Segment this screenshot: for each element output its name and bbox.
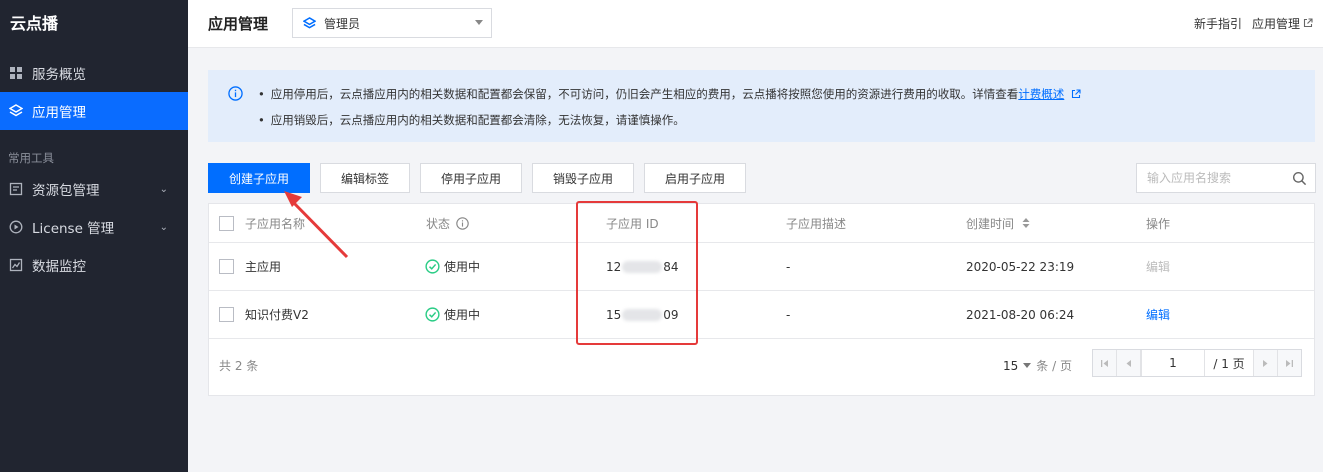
created-time: 2020-05-22 23:19 xyxy=(966,259,1075,274)
check-circle-icon xyxy=(425,307,440,322)
edit-link[interactable]: 编辑 xyxy=(1146,291,1170,338)
header-app-id: 子应用 ID xyxy=(606,216,659,231)
enable-sub-app-button[interactable]: 启用子应用 xyxy=(644,163,746,193)
sidebar-item-label: 数据监控 xyxy=(32,259,86,275)
edit-tags-button[interactable]: 编辑标签 xyxy=(320,163,410,193)
sidebar-item-label: 服务概览 xyxy=(32,67,86,83)
header-action: 操作 xyxy=(1146,216,1171,231)
info-icon xyxy=(228,86,243,104)
sub-app-id: 15 09 xyxy=(606,307,679,322)
app-manage-link[interactable]: 应用管理 xyxy=(1252,15,1300,32)
table-footer: 共 2 条 15 条 / 页 / 1 页 xyxy=(209,339,1314,395)
layers-icon xyxy=(303,16,316,30)
create-sub-app-button[interactable]: 创建子应用 xyxy=(208,163,310,193)
package-icon xyxy=(9,182,23,196)
play-circle-icon xyxy=(9,220,23,234)
external-link-icon xyxy=(1071,88,1081,102)
page-title: 应用管理 xyxy=(208,15,269,33)
table-row: 知识付费V2 使用中 15 09 - 2021-08-20 06:24 编辑 xyxy=(209,291,1314,339)
info-icon[interactable] xyxy=(456,216,469,230)
chevron-down-icon: ⌄ xyxy=(159,221,168,233)
next-page-icon[interactable] xyxy=(1253,350,1277,376)
sub-app-name: 知识付费V2 xyxy=(245,308,309,322)
sidebar: 云点播 服务概览 应用管理 常用工具 资源包管理 ⌄ License 管理 ⌄ … xyxy=(0,0,188,472)
topbar: 应用管理 管理员 新手指引 应用管理 xyxy=(188,0,1323,48)
guide-link[interactable]: 新手指引 xyxy=(1194,15,1242,32)
grid-icon xyxy=(9,66,23,80)
table-row: 主应用 使用中 12 84 - 2020-05-22 23:19 编辑 xyxy=(209,243,1314,291)
sidebar-item-license[interactable]: License 管理 ⌄ xyxy=(0,208,188,246)
sidebar-item-label: License 管理 xyxy=(32,221,115,237)
sidebar-item-label: 应用管理 xyxy=(32,105,86,121)
notice-text: 应用停用后，云点播应用内的相关数据和配置都会保留，不可访问，仍旧会产生相应的费用… xyxy=(270,87,1019,101)
prev-page-icon[interactable] xyxy=(1117,350,1141,376)
redacted-blur xyxy=(622,260,663,273)
notice-line-disable: • 应用停用后，云点播应用内的相关数据和配置都会保留，不可访问，仍旧会产生相应的费… xyxy=(258,86,1081,102)
notice-line-destroy: • 应用销毁后，云点播应用内的相关数据和配置都会清除，无法恢复，请谨慎操作。 xyxy=(258,113,685,127)
total-pages: / 1 页 xyxy=(1205,350,1253,376)
edit-link-disabled: 编辑 xyxy=(1146,260,1171,274)
status-text: 使用中 xyxy=(444,308,481,322)
sidebar-item-label: 资源包管理 xyxy=(32,183,100,199)
section-label-common-tools: 常用工具 xyxy=(8,151,54,165)
sub-app-description: - xyxy=(786,307,791,322)
last-page-icon[interactable] xyxy=(1277,350,1301,376)
sidebar-item-resource-packages[interactable]: 资源包管理 ⌄ xyxy=(0,170,188,208)
first-page-icon[interactable] xyxy=(1093,350,1117,376)
total-count: 共 2 条 xyxy=(219,359,259,373)
billing-overview-link[interactable]: 计费概述 xyxy=(1018,87,1064,101)
search-input[interactable] xyxy=(1137,164,1277,192)
disable-sub-app-button[interactable]: 停用子应用 xyxy=(420,163,522,193)
sort-icon[interactable] xyxy=(1022,218,1030,228)
status-text: 使用中 xyxy=(444,260,481,274)
destroy-sub-app-button[interactable]: 销毁子应用 xyxy=(532,163,634,193)
header-created-time[interactable]: 创建时间 xyxy=(966,204,1030,242)
sub-app-name: 主应用 xyxy=(245,260,282,274)
created-time: 2021-08-20 06:24 xyxy=(966,307,1075,322)
chevron-down-icon: ⌄ xyxy=(159,183,168,195)
header-name: 子应用名称 xyxy=(245,216,306,231)
row-checkbox[interactable] xyxy=(219,259,234,274)
chart-icon xyxy=(9,258,23,272)
sub-app-table: 子应用名称 状态 子应用 ID 子应用描述 创建时间 操作 主应用 使用中 12… xyxy=(208,203,1315,396)
sub-app-id: 12 84 xyxy=(606,259,679,274)
dropdown-arrow-icon xyxy=(475,20,483,25)
pagination: / 1 页 xyxy=(1092,349,1302,377)
notice-text: 应用销毁后，云点播应用内的相关数据和配置都会清除，无法恢复，请谨慎操作。 xyxy=(270,113,685,127)
layers-icon xyxy=(9,104,23,118)
top-links: 新手指引 应用管理 xyxy=(1194,15,1313,32)
role-select-value: 管理员 xyxy=(324,16,361,31)
sidebar-item-service-overview[interactable]: 服务概览 xyxy=(0,54,188,92)
status-cell: 使用中 xyxy=(425,243,480,290)
search-icon[interactable] xyxy=(1292,171,1307,189)
status-cell: 使用中 xyxy=(425,291,480,338)
row-checkbox[interactable] xyxy=(219,307,234,322)
page-number-input[interactable] xyxy=(1141,350,1205,376)
brand-logo: 云点播 xyxy=(10,14,59,33)
check-circle-icon xyxy=(425,259,440,274)
dropdown-arrow-icon xyxy=(1023,363,1032,368)
sidebar-item-data-monitoring[interactable]: 数据监控 xyxy=(0,246,188,284)
redacted-blur xyxy=(622,308,663,321)
role-select[interactable]: 管理员 xyxy=(292,8,492,38)
external-link-icon xyxy=(1303,17,1313,31)
page-size-select[interactable]: 15 条 / 页 xyxy=(1003,357,1072,374)
search-box xyxy=(1136,163,1316,193)
table-header-row: 子应用名称 状态 子应用 ID 子应用描述 创建时间 操作 xyxy=(209,204,1314,243)
sidebar-item-app-management[interactable]: 应用管理 xyxy=(0,92,188,130)
header-status: 状态 xyxy=(426,204,469,242)
header-description: 子应用描述 xyxy=(786,216,847,231)
info-notice: • 应用停用后，云点播应用内的相关数据和配置都会保留，不可访问，仍旧会产生相应的费… xyxy=(208,70,1315,142)
sub-app-description: - xyxy=(786,259,791,274)
select-all-checkbox[interactable] xyxy=(219,215,234,231)
